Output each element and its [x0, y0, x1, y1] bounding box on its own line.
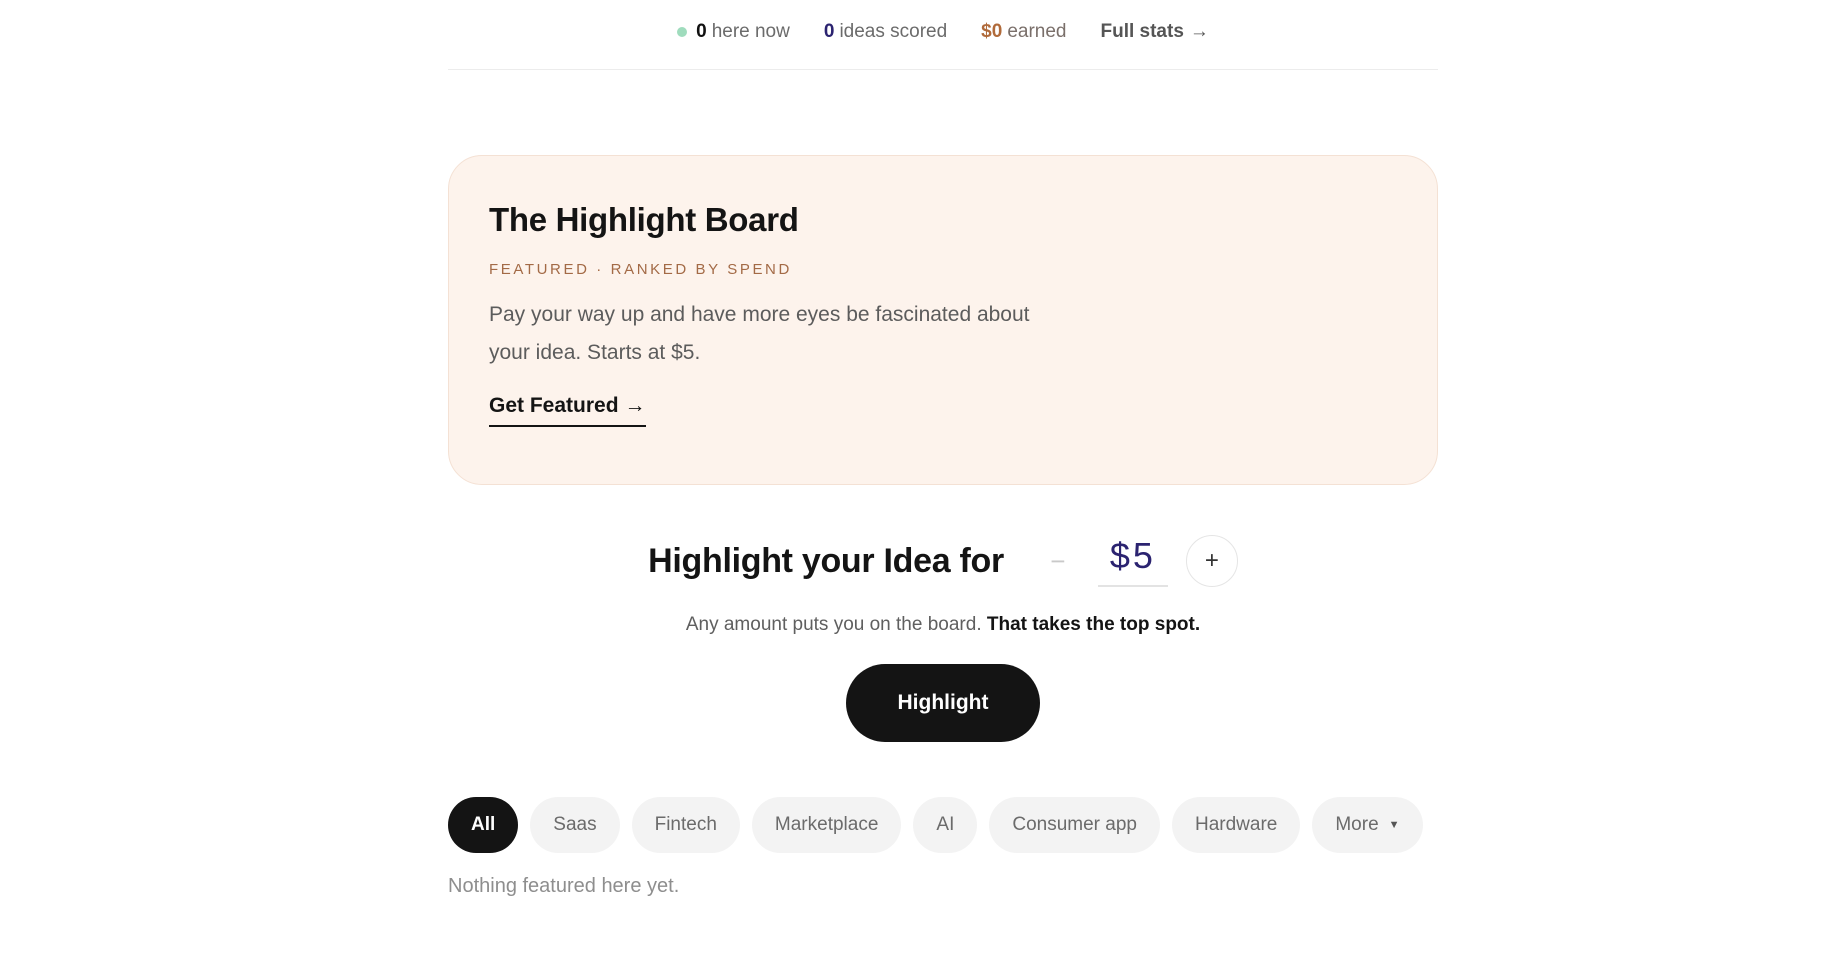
here-now-count: 0 — [696, 20, 707, 42]
board-description: Pay your way up and have more eyes be fa… — [489, 303, 1030, 364]
filter-chip-hardware[interactable]: Hardware — [1171, 797, 1301, 853]
note-bold: That takes the top spot. — [986, 614, 1201, 635]
stat-ideas-scored: 0 ideas scored — [824, 21, 947, 43]
category-filters: All Saas Fintech Marketplace AI Consumer… — [448, 797, 1438, 853]
highlight-amount-row: Highlight your Idea for − $5 + — [448, 530, 1438, 592]
arrow-right-icon: → — [1189, 20, 1209, 42]
highlight-cta-wrap: Highlight — [448, 664, 1438, 742]
main-column: 0 here now 0 ideas scored $0 earned Full… — [448, 0, 1438, 898]
amount-value[interactable]: $5 — [1097, 535, 1168, 587]
highlight-button[interactable]: Highlight — [846, 664, 1040, 742]
arrow-right-icon: → — [624, 394, 646, 417]
increase-amount-button[interactable]: + — [1185, 535, 1238, 587]
more-label: More — [1335, 814, 1379, 835]
get-featured-label: Get Featured — [489, 394, 619, 417]
caret-down-icon: ▼ — [1388, 819, 1400, 831]
stat-earned: $0 earned — [981, 21, 1066, 43]
empty-state-text: Nothing featured here yet. — [448, 875, 680, 897]
filter-chip-saas[interactable]: Saas — [530, 797, 620, 853]
highlight-note: Any amount puts you on the board. That t… — [448, 614, 1438, 636]
live-dot-icon — [677, 26, 688, 37]
board-eyebrow: FEATURED · RANKED BY SPEND — [489, 261, 792, 278]
filter-chip-consumer-app[interactable]: Consumer app — [989, 797, 1160, 853]
filter-chip-all[interactable]: All — [448, 797, 519, 853]
earned-label: earned — [1007, 20, 1067, 42]
full-stats-label: Full stats — [1100, 20, 1184, 42]
note-prefix: Any amount puts you on the board. — [685, 614, 982, 635]
get-featured-link[interactable]: Get Featured → — [489, 394, 646, 427]
filter-chip-fintech[interactable]: Fintech — [631, 797, 740, 853]
decrease-amount-button[interactable]: − — [1038, 541, 1078, 581]
filter-chip-more[interactable]: More ▼ — [1312, 797, 1423, 853]
ideas-scored-count: 0 — [823, 20, 835, 42]
here-now-label: here now — [711, 20, 790, 42]
page: 0 here now 0 ideas scored $0 earned Full… — [0, 0, 1822, 964]
full-stats-link[interactable]: Full stats → — [1100, 21, 1208, 43]
ideas-scored-label: ideas scored — [839, 20, 948, 42]
board-title: The Highlight Board — [489, 201, 799, 238]
stats-bar: 0 here now 0 ideas scored $0 earned Full… — [448, 0, 1438, 70]
filter-chip-ai[interactable]: AI — [913, 797, 978, 853]
stat-here-now: 0 here now — [677, 21, 790, 43]
filter-chip-marketplace[interactable]: Marketplace — [751, 797, 902, 853]
earned-amount: $0 — [981, 20, 1003, 42]
highlight-board-card: The Highlight Board FEATURED · RANKED BY… — [448, 155, 1438, 485]
highlight-heading: Highlight your Idea for — [648, 541, 1004, 580]
